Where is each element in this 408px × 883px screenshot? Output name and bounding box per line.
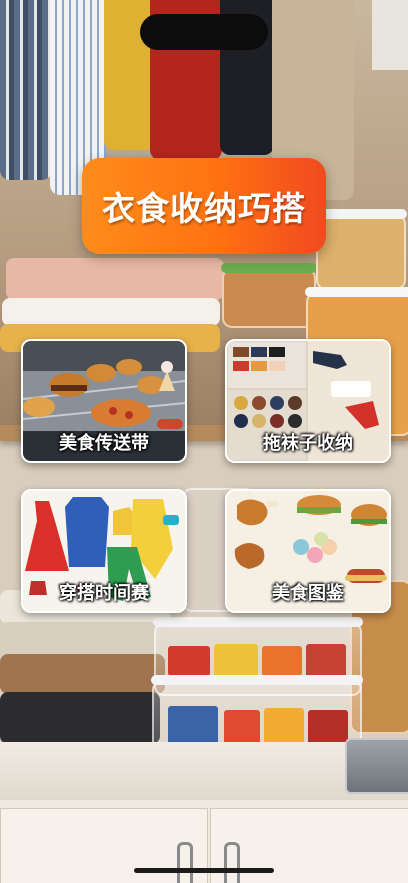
- sink: [345, 738, 408, 794]
- snack-pack: [214, 644, 258, 678]
- tile-food-collection[interactable]: 美食图鉴: [225, 489, 391, 613]
- cabinet-box: [372, 0, 408, 70]
- tile-outfit-race[interactable]: 穿搭时间赛: [21, 489, 187, 613]
- camera-notch: [140, 14, 268, 50]
- tile-label: 穿搭时间赛: [59, 583, 149, 604]
- box-lid: [221, 263, 317, 273]
- box-lid: [305, 287, 408, 297]
- folded-clothes: [0, 622, 160, 656]
- box-lid: [315, 209, 407, 219]
- cabinet-handle: [177, 842, 193, 883]
- title-banner: 衣食收纳巧搭: [82, 158, 326, 254]
- tile-food-conveyor[interactable]: 美食传送带: [21, 339, 187, 463]
- page-title: 衣食收纳巧搭: [102, 189, 306, 228]
- storage-box: [221, 263, 317, 328]
- box-lid: [153, 617, 363, 627]
- folded-clothes: [0, 654, 165, 694]
- tile-label: 美食图鉴: [272, 583, 344, 604]
- home-indicator[interactable]: [134, 868, 274, 873]
- tile-label: 美食传送带: [59, 433, 149, 454]
- tile-label: 拖袜子收纳: [263, 433, 353, 454]
- snack-pack: [168, 646, 210, 676]
- folded-clothes: [2, 298, 220, 326]
- storage-box: [315, 209, 407, 290]
- folded-clothes: [0, 692, 160, 744]
- snack-pack: [262, 646, 302, 676]
- box-lid: [151, 675, 363, 685]
- hanging-shirt: [0, 0, 52, 180]
- snack-pack: [168, 706, 218, 746]
- folded-clothes: [6, 258, 224, 300]
- cabinet-handle: [224, 842, 240, 883]
- tile-socks-organizer[interactable]: 拖袜子收纳: [225, 339, 391, 463]
- snack-pack: [306, 644, 346, 678]
